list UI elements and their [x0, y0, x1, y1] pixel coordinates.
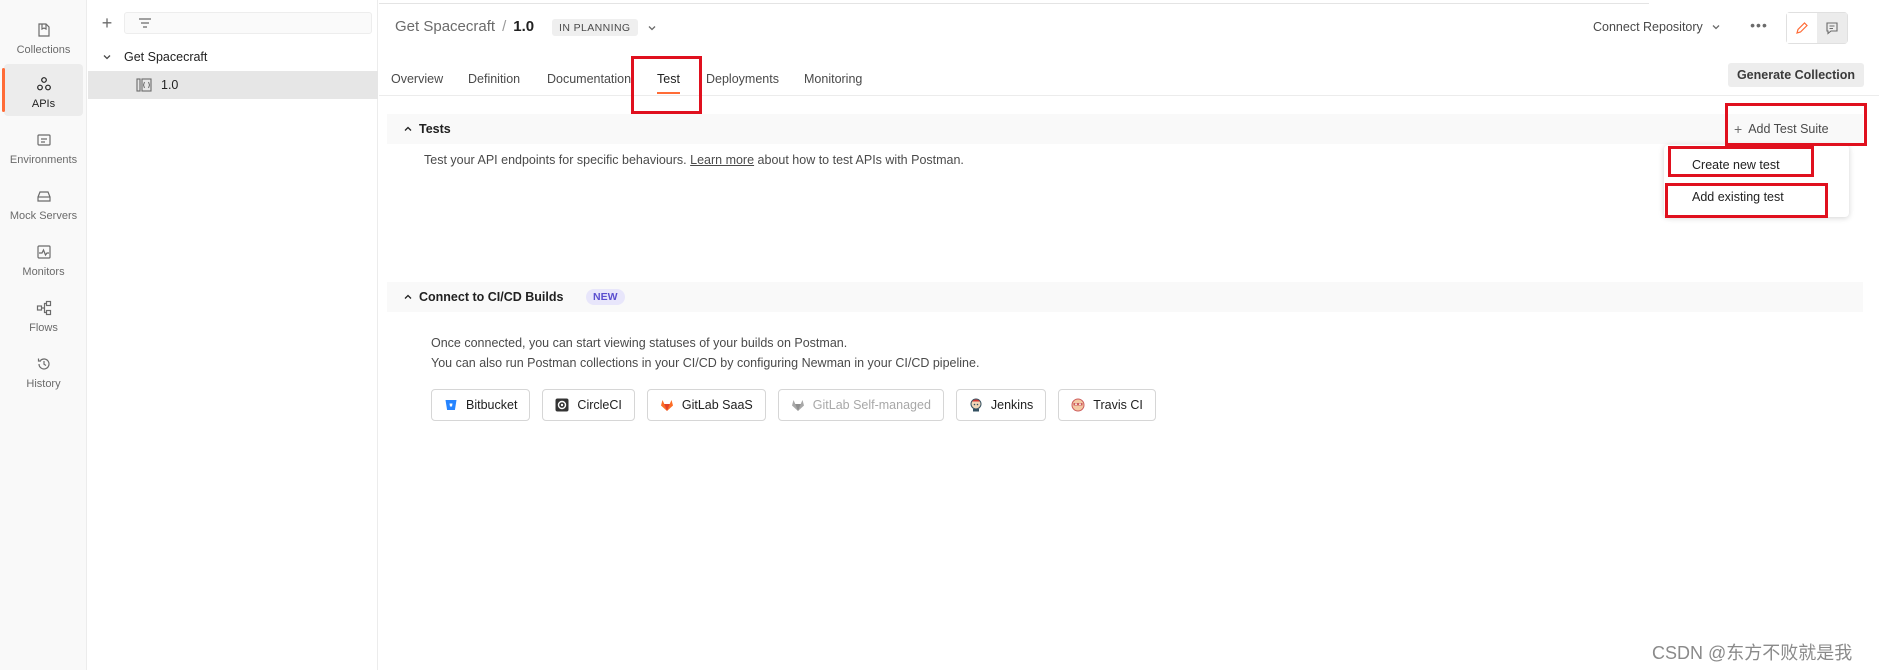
sidebar-item-collections[interactable]: Collections [4, 10, 83, 62]
ci-description-line1: Once connected, you can start viewing st… [431, 336, 848, 350]
tab-overview[interactable]: Overview [391, 72, 443, 86]
sidebar-item-mock-servers[interactable]: Mock Servers [4, 176, 83, 228]
watermark: CSDN @东方不败就是我 [1652, 643, 1853, 663]
tree-search-input[interactable] [124, 12, 372, 34]
flows-icon [36, 300, 51, 316]
sidebar-item-label: Mock Servers [9, 210, 78, 222]
add-api-button[interactable]: + [98, 14, 116, 32]
tab-deployments[interactable]: Deployments [706, 72, 779, 86]
jenkins-button[interactable]: Jenkins [955, 389, 1047, 421]
mode-toggle [1786, 12, 1848, 44]
sidebar-item-label: Environments [9, 154, 78, 166]
tests-description: Test your API endpoints for specific beh… [424, 153, 964, 167]
edit-mode-button[interactable] [1787, 13, 1817, 43]
breadcrumb: Get Spacecraft / 1.0 [395, 18, 534, 35]
tree-toolbar: + [88, 10, 378, 36]
connect-repository-button[interactable]: Connect Repository [1593, 20, 1721, 34]
top-divider [379, 0, 1649, 4]
breadcrumb-separator: / [502, 18, 507, 35]
add-test-menu: Create new test Add existing test [1664, 145, 1849, 217]
tree-api-item[interactable]: Get Spacecraft [88, 43, 378, 71]
tests-section-title: Tests [419, 122, 451, 136]
filter-icon[interactable] [136, 15, 154, 31]
tab-test[interactable]: Test [657, 72, 680, 94]
chevron-down-icon [1712, 25, 1720, 30]
tests-section-header[interactable]: Tests [387, 114, 1863, 144]
comments-button[interactable] [1817, 13, 1847, 43]
menu-item-add-existing-test[interactable]: Add existing test [1692, 190, 1784, 204]
status-badge[interactable]: IN PLANNING [552, 19, 638, 36]
monitors-icon [36, 245, 51, 259]
jenkins-icon [970, 398, 982, 412]
main-panel: Get Spacecraft / 1.0 IN PLANNING Connect… [379, 0, 1879, 670]
menu-item-create-new-test[interactable]: Create new test [1692, 158, 1780, 172]
travis-ci-icon [1071, 398, 1085, 412]
tab-documentation[interactable]: Documentation [547, 72, 631, 86]
ci-section-title: Connect to CI/CD Builds [419, 290, 564, 304]
gitlab-saas-button[interactable]: GitLab SaaS [646, 389, 766, 421]
sidebar-item-flows[interactable]: Flows [4, 288, 83, 340]
plus-icon: + [1734, 121, 1743, 137]
bitbucket-button[interactable]: Bitbucket [431, 389, 531, 421]
ci-description-line2: You can also run Postman collections in … [431, 356, 980, 370]
gitlab-self-managed-button: GitLab Self-managed [777, 389, 944, 421]
apis-icon [36, 77, 51, 91]
ci-provider-list: Bitbucket CircleCI GitLab SaaS GitLab Se… [431, 389, 1156, 421]
new-badge: NEW [586, 289, 625, 305]
chevron-down-icon[interactable] [102, 52, 112, 62]
learn-more-link[interactable]: Learn more [690, 153, 754, 167]
collections-icon [37, 23, 50, 37]
provider-label: GitLab Self-managed [812, 398, 931, 412]
chevron-up-icon[interactable] [403, 292, 413, 302]
tab-bar: Overview Definition Documentation Test D… [379, 66, 1879, 96]
tree-api-name: Get Spacecraft [124, 50, 208, 64]
icon-sidebar: Collections APIs Environments Mock Serve… [0, 0, 87, 670]
breadcrumb-version: 1.0 [513, 18, 535, 35]
ci-section-header[interactable]: Connect to CI/CD Builds NEW [387, 282, 1863, 312]
tests-desc-after: about how to test APIs with Postman. [757, 153, 964, 167]
sidebar-item-history[interactable]: History [4, 344, 83, 396]
provider-label: Jenkins [990, 398, 1034, 412]
tests-desc-before: Test your API endpoints for specific beh… [424, 153, 687, 167]
history-icon [37, 358, 50, 370]
tab-definition[interactable]: Definition [468, 72, 520, 86]
provider-label: Bitbucket [466, 398, 518, 412]
chevron-down-icon[interactable] [647, 23, 657, 33]
sidebar-item-label: Flows [29, 322, 58, 334]
mock-servers-icon [36, 191, 51, 202]
api-tree-sidebar: + Get Spacecraft 1.0 [88, 0, 378, 670]
sidebar-item-label: Monitors [22, 266, 65, 278]
circleci-button[interactable]: CircleCI [542, 389, 635, 421]
api-version-icon [136, 78, 152, 92]
sidebar-item-label: History [26, 378, 61, 390]
environments-icon [36, 134, 51, 146]
more-options-button[interactable]: ••• [1749, 17, 1769, 37]
tree-version-label: 1.0 [161, 78, 179, 92]
tree-version-item[interactable]: 1.0 [88, 71, 378, 99]
gitlab-icon [791, 400, 804, 411]
sidebar-item-label: Collections [16, 44, 71, 56]
breadcrumb-api-name[interactable]: Get Spacecraft [395, 18, 495, 35]
sidebar-item-monitors[interactable]: Monitors [4, 232, 83, 284]
gitlab-icon [660, 400, 673, 411]
provider-label: Travis CI [1093, 398, 1143, 412]
pencil-icon [1796, 22, 1808, 34]
provider-label: GitLab SaaS [681, 398, 753, 412]
bitbucket-icon [445, 400, 457, 410]
add-test-suite-button[interactable]: + Add Test Suite [1734, 118, 1834, 140]
sidebar-item-environments[interactable]: Environments [4, 120, 83, 172]
chevron-up-icon[interactable] [403, 124, 413, 134]
sidebar-item-label: APIs [31, 98, 56, 110]
generate-collection-button[interactable]: Generate Collection [1728, 63, 1864, 87]
connect-repository-label: Connect Repository [1593, 20, 1703, 34]
travis-ci-button[interactable]: Travis CI [1058, 389, 1156, 421]
tab-monitoring[interactable]: Monitoring [804, 72, 862, 86]
add-test-suite-label: Add Test Suite [1748, 122, 1829, 136]
sidebar-item-apis[interactable]: APIs [2, 64, 83, 116]
comment-icon [1826, 22, 1838, 35]
provider-label: CircleCI [577, 398, 622, 412]
circleci-icon [555, 398, 569, 412]
